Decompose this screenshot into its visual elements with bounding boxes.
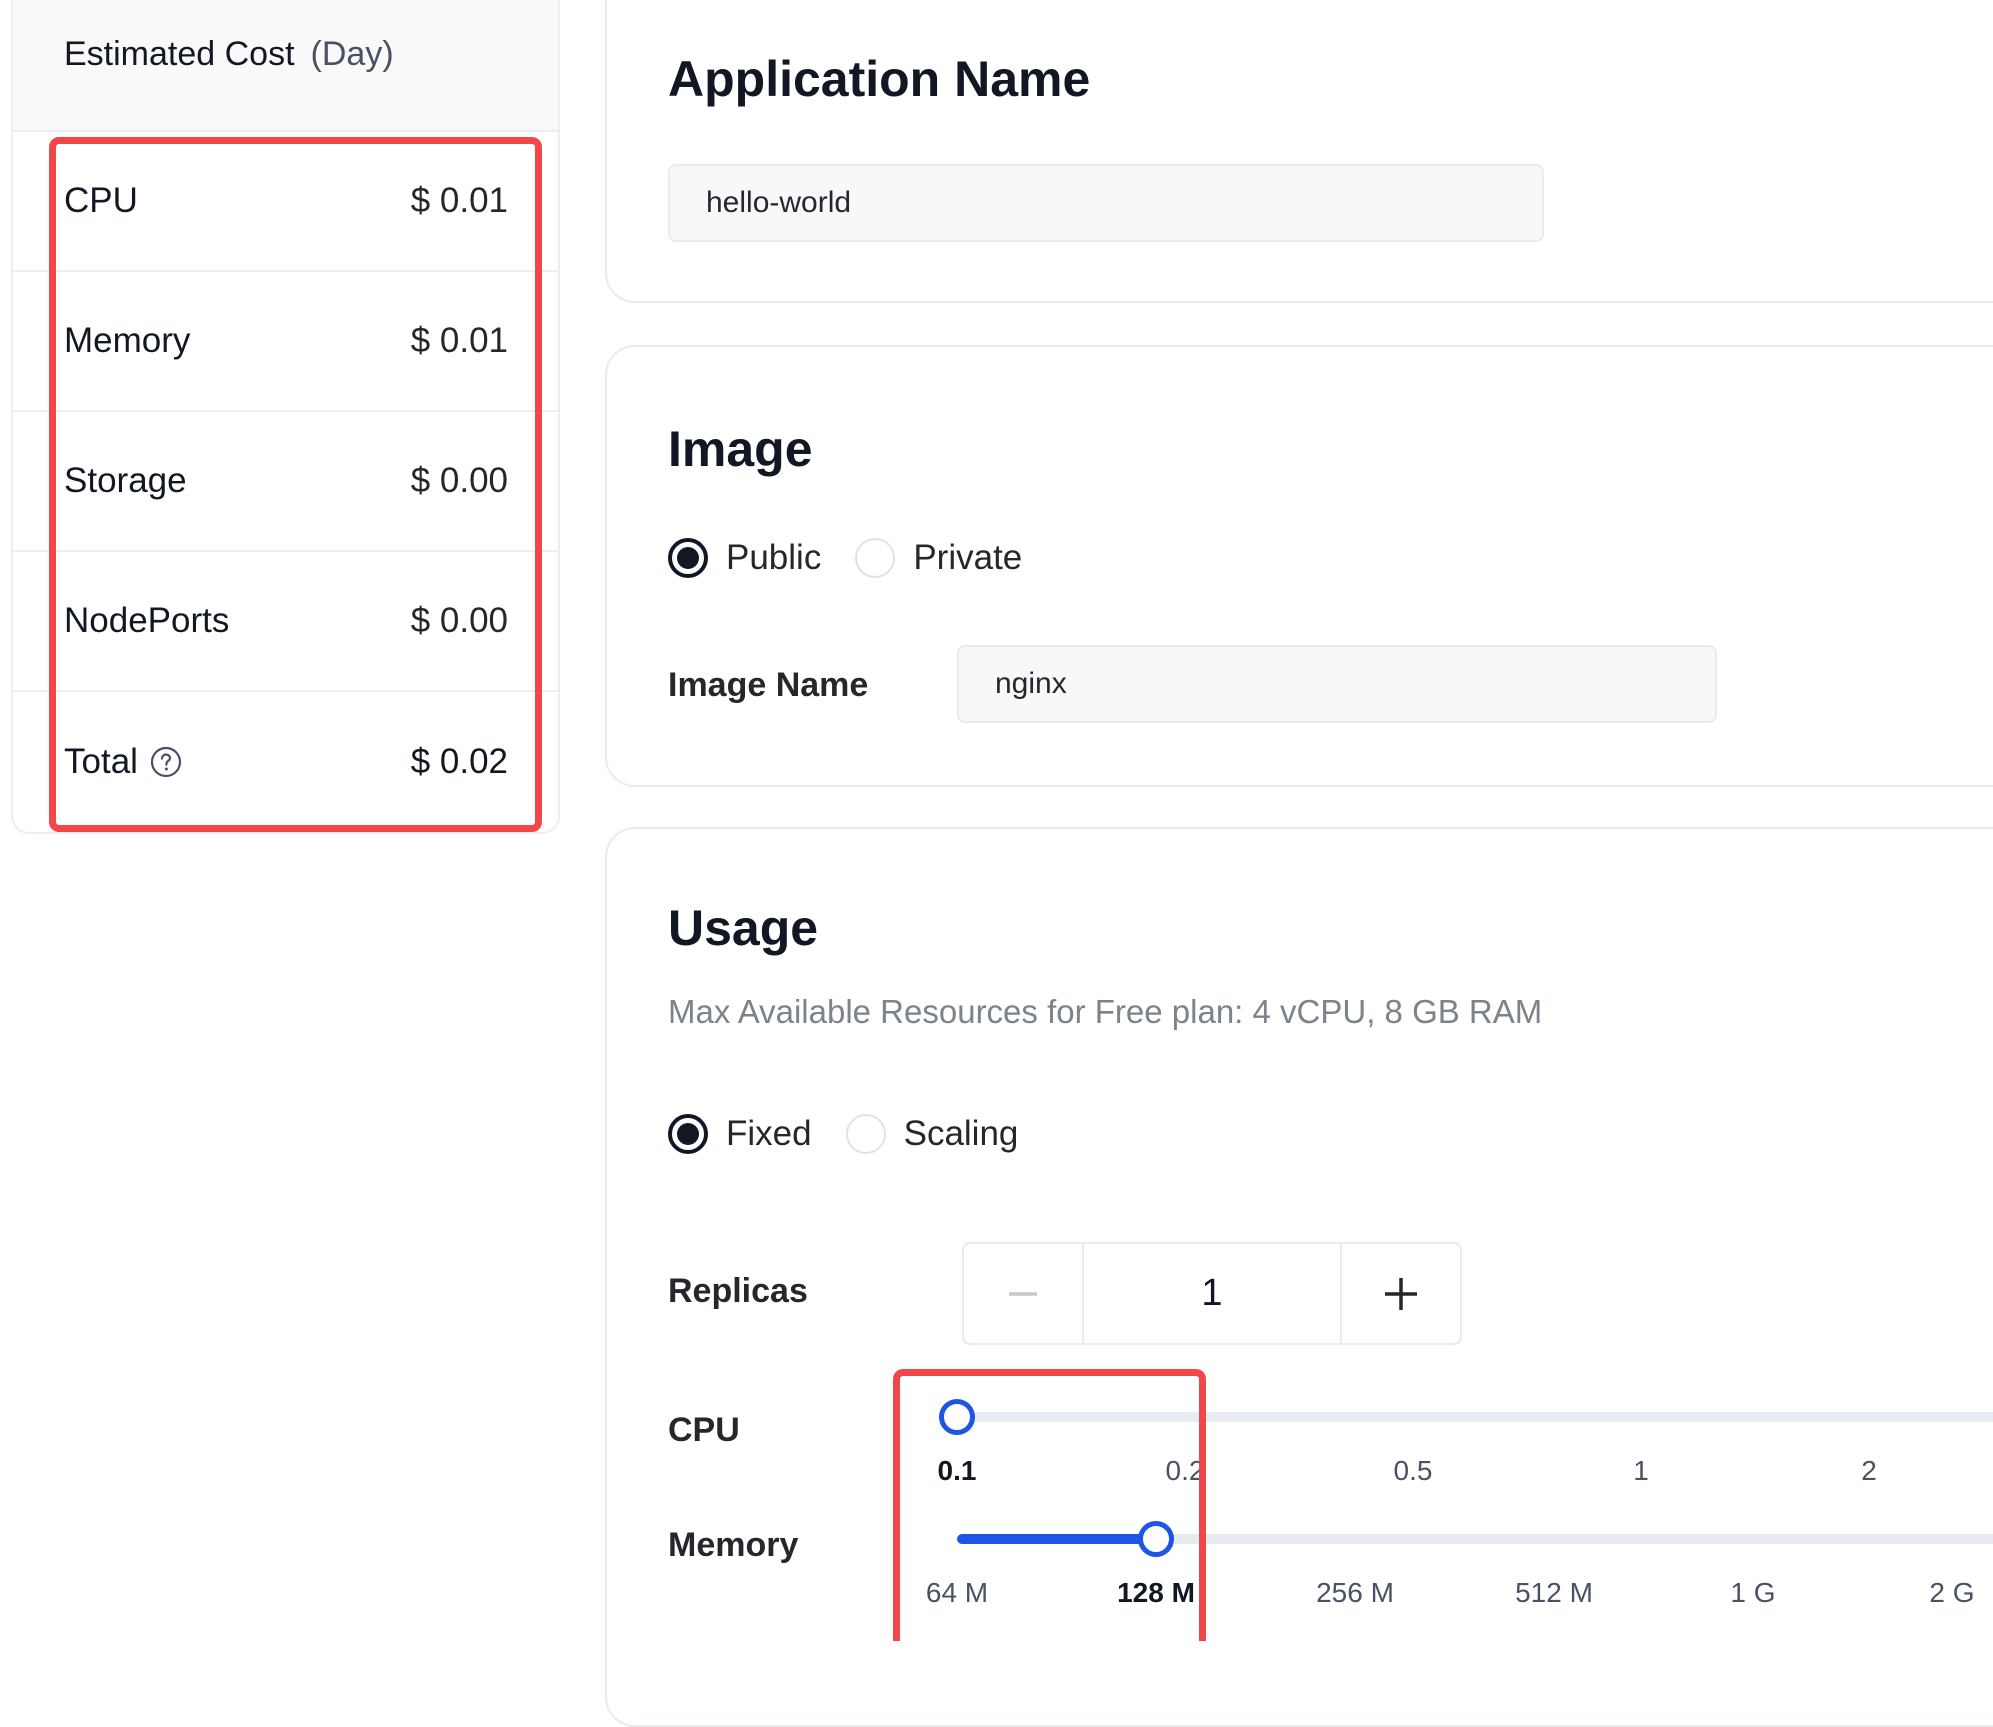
cost-period: (Day)	[310, 35, 394, 73]
slider-tick-label[interactable]: 0.5	[1394, 1455, 1433, 1487]
cost-total-label: Total	[64, 742, 182, 782]
usage-card: Usage Max Available Resources for Free p…	[605, 827, 1993, 1727]
radio-label: Fixed	[726, 1114, 812, 1153]
radio-label: Scaling	[903, 1114, 1019, 1153]
radio-label: Private	[913, 538, 1023, 577]
cost-title-text: Estimated Cost	[64, 35, 295, 73]
radio-unchecked-indicator[interactable]	[855, 538, 896, 578]
slider-tick-label[interactable]: 0.1	[938, 1455, 977, 1487]
replicas-value[interactable]: 1	[1084, 1244, 1340, 1343]
cost-label: NodePorts	[64, 601, 230, 640]
memory-slider-fill	[957, 1534, 1156, 1544]
memory-slider-handle[interactable]	[1138, 1521, 1174, 1557]
radio-private[interactable]: Private	[855, 538, 1022, 578]
radio-public[interactable]: Public	[668, 538, 821, 578]
slider-tick-label[interactable]: 64 M	[926, 1577, 988, 1609]
application-name-input[interactable]: hello-world	[668, 164, 1544, 242]
usage-title: Usage	[668, 900, 819, 956]
cost-header: Estimated Cost (Day)	[13, 0, 558, 132]
cost-value: $ 0.01	[410, 181, 508, 220]
minus-icon	[1009, 1291, 1037, 1296]
cost-label: Storage	[64, 461, 187, 500]
cost-row-storage: Storage $ 0.00	[13, 412, 558, 552]
cpu-slider-handle[interactable]	[939, 1399, 975, 1435]
usage-mode-radio-group: Fixed Scaling	[668, 1114, 1052, 1154]
slider-tick-label[interactable]: 2 G	[1929, 1577, 1974, 1609]
slider-tick-label[interactable]: 512 M	[1515, 1577, 1593, 1609]
cost-row-cpu: CPU $ 0.01	[13, 132, 558, 272]
plus-icon	[1385, 1277, 1417, 1310]
image-name-label: Image Name	[668, 666, 869, 704]
slider-tick-label[interactable]: 1 G	[1730, 1577, 1775, 1609]
image-title: Image	[668, 421, 813, 477]
decrement-button[interactable]	[964, 1244, 1084, 1343]
radio-checked-indicator[interactable]	[668, 1114, 708, 1154]
cost-label: CPU	[64, 181, 138, 220]
slider-tick-label[interactable]: 2	[1861, 1455, 1877, 1487]
radio-checked-indicator[interactable]	[668, 538, 708, 578]
cost-row-nodeports: NodePorts $ 0.00	[13, 552, 558, 692]
cost-label: Memory	[64, 321, 191, 360]
cost-value: $ 0.00	[410, 601, 508, 640]
question-circle-icon[interactable]	[150, 746, 182, 778]
slider-tick-label[interactable]: 256 M	[1316, 1577, 1394, 1609]
radio-fixed[interactable]: Fixed	[668, 1114, 812, 1154]
increment-button[interactable]	[1340, 1244, 1460, 1343]
usage-subtitle: Max Available Resources for Free plan: 4…	[668, 993, 1543, 1030]
image-card: Image Public Private Image Name nginx	[605, 345, 1993, 787]
radio-unchecked-indicator[interactable]	[845, 1114, 886, 1154]
estimated-cost-panel: Estimated Cost (Day) CPU $ 0.01 Memory $ …	[11, 0, 560, 834]
slider-tick-label[interactable]: 128 M	[1117, 1577, 1195, 1609]
replicas-stepper: 1	[962, 1242, 1462, 1345]
cost-value: $ 0.01	[410, 321, 508, 360]
application-name-title: Application Name	[668, 51, 1091, 107]
memory-label: Memory	[668, 1526, 799, 1564]
slider-tick-label[interactable]: 0.2	[1166, 1455, 1205, 1487]
cost-label: Total	[64, 742, 138, 781]
cpu-label: CPU	[668, 1411, 740, 1449]
cost-row-memory: Memory $ 0.01	[13, 272, 558, 412]
cpu-slider-track[interactable]	[957, 1412, 1993, 1422]
slider-tick-label[interactable]: 1	[1633, 1455, 1649, 1487]
image-name-input[interactable]: nginx	[957, 645, 1717, 723]
replicas-label: Replicas	[668, 1272, 808, 1310]
image-type-radio-group: Public Private	[668, 538, 1056, 578]
radio-scaling[interactable]: Scaling	[845, 1114, 1019, 1154]
cost-row-total: Total $ 0.02	[13, 692, 558, 832]
radio-label: Public	[726, 538, 822, 577]
application-name-card: Application Name hello-world	[605, 0, 1993, 303]
cost-value: $ 0.02	[410, 742, 508, 781]
cost-title: Estimated Cost (Day)	[64, 34, 394, 74]
cost-value: $ 0.00	[410, 461, 508, 500]
